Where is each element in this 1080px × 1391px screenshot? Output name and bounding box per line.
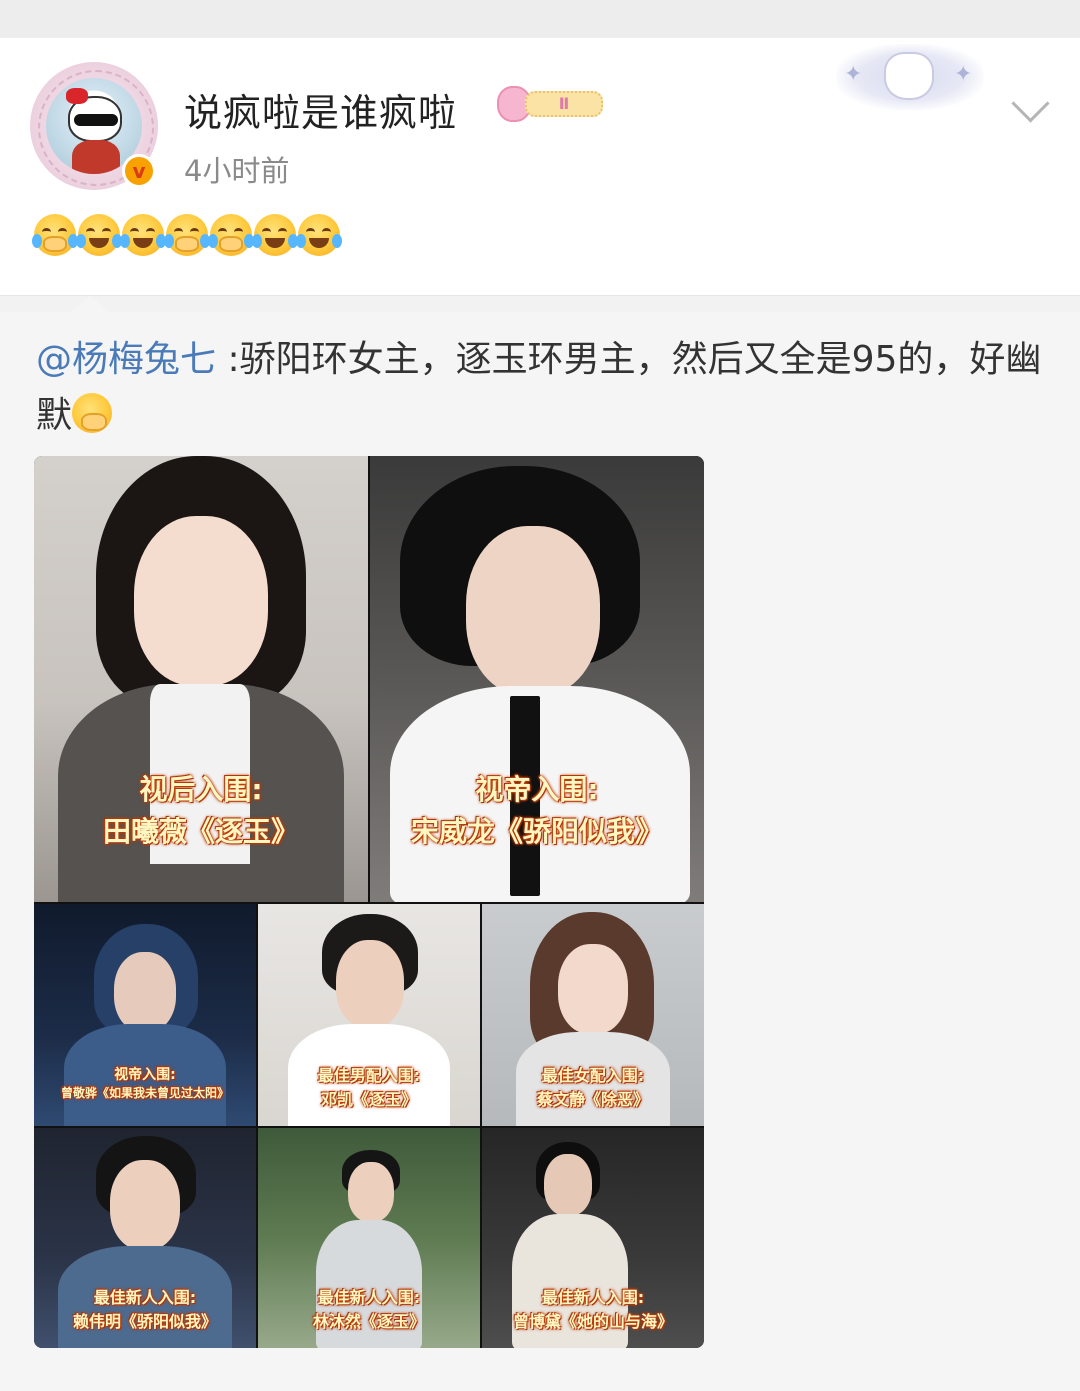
- star-icon: ✦: [844, 62, 863, 87]
- card-decoration: ✦ ✦: [836, 44, 984, 110]
- cat-icon: [884, 52, 934, 100]
- grid-image-1[interactable]: 视后入围: 田曦薇《逐玉》: [34, 456, 368, 902]
- star-icon: ✦: [954, 62, 973, 87]
- caption-line-2: 林沐然《逐玉》: [312, 1312, 425, 1331]
- caption-line-2: 邓凯《逐玉》: [320, 1090, 417, 1109]
- laugh-cry-emoji-icon: [296, 214, 342, 256]
- username[interactable]: 说疯啦是谁疯啦: [184, 82, 457, 137]
- caption-line-2: 赖伟明《骄阳似我》: [72, 1312, 217, 1331]
- repost-text: @杨梅兔七 :骄阳环女主，逐玉环男主，然后又全是95的，好幽默: [36, 332, 1046, 444]
- image-grid[interactable]: 视后入围: 田曦薇《逐玉》 视帝入围: 宋威龙《骄阳似我》 视帝入围: 曾敬骅《…: [34, 456, 704, 1348]
- post-emoji-row: [32, 214, 342, 260]
- grid-image-7[interactable]: 最佳新人入围: 林沐然《逐玉》: [258, 1128, 480, 1348]
- caption-line-1: 视帝入围:: [475, 773, 599, 806]
- post-timestamp: 4小时前: [184, 154, 290, 188]
- caption-line-1: 视帝入围:: [114, 1067, 176, 1083]
- grid-image-8[interactable]: 最佳新人入围: 曾博黛《她的山与海》: [482, 1128, 704, 1348]
- caption-line-2: 田曦薇《逐玉》: [102, 815, 299, 848]
- grid-image-5[interactable]: 最佳女配入围: 蔡文静《除恶》: [482, 904, 704, 1126]
- grid-image-2[interactable]: 视帝入围: 宋威龙《骄阳似我》: [370, 456, 704, 902]
- crying-hands-emoji-icon: [208, 214, 254, 256]
- crying-hands-emoji-icon: [72, 393, 113, 433]
- caption-line-2: 蔡文静《除恶》: [536, 1090, 649, 1109]
- caption-line-2: 宋威龙《骄阳似我》: [410, 815, 663, 848]
- laugh-cry-emoji-icon: [76, 214, 122, 256]
- chevron-down-icon[interactable]: [1007, 86, 1053, 126]
- laugh-cry-emoji-icon: [120, 214, 166, 256]
- crying-hands-emoji-icon: [164, 214, 210, 256]
- sunglasses-icon: [74, 114, 118, 126]
- caption-line-1: 最佳新人入围:: [541, 1288, 645, 1307]
- caption-line-2: 曾敬骅《如果我未曾见过太阳》: [60, 1086, 229, 1100]
- kitty-bow-icon: [66, 88, 88, 104]
- grid-image-4[interactable]: 最佳男配入围: 邓凯《逐玉》: [258, 904, 480, 1126]
- repost-notch: [68, 296, 112, 314]
- laugh-cry-emoji-icon: [252, 214, 298, 256]
- caption-line-1: 视后入围:: [139, 773, 263, 806]
- kitty-body-icon: [72, 140, 120, 174]
- grid-image-3[interactable]: 视帝入围: 曾敬骅《如果我未曾见过太阳》: [34, 904, 256, 1126]
- crying-hands-emoji-icon: [32, 214, 78, 256]
- avatar[interactable]: v: [30, 62, 158, 190]
- divider: [0, 295, 1080, 296]
- caption-line-2: 曾博黛《她的山与海》: [512, 1312, 673, 1331]
- caption-line-1: 最佳新人入围:: [93, 1288, 197, 1307]
- medal-level: Ⅱ: [525, 91, 603, 117]
- caption-line-1: 最佳女配入围:: [541, 1066, 645, 1085]
- caption-line-1: 最佳新人入围:: [317, 1288, 421, 1307]
- mention-link[interactable]: @杨梅兔七: [36, 339, 216, 380]
- fan-medal[interactable]: Ⅱ: [497, 86, 605, 122]
- caption-line-1: 最佳男配入围:: [317, 1066, 421, 1085]
- grid-image-6[interactable]: 最佳新人入围: 赖伟明《骄阳似我》: [34, 1128, 256, 1348]
- top-spacer: [0, 0, 1080, 38]
- verified-badge: v: [122, 154, 156, 188]
